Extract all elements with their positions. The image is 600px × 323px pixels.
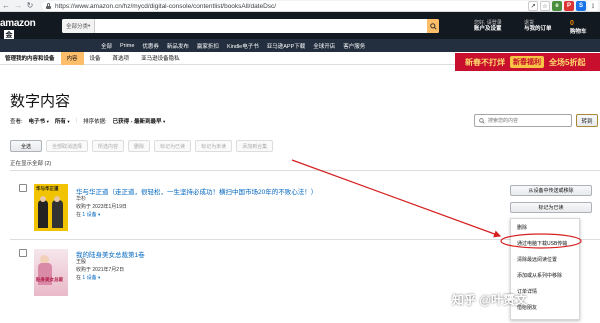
tab-devices[interactable]: 设备 bbox=[84, 52, 107, 65]
department-select[interactable]: 全部分类 ▾ bbox=[62, 19, 96, 33]
book-cover[interactable]: 贴身美女总裁 bbox=[34, 249, 68, 296]
select-all-button[interactable]: 全选 bbox=[10, 140, 42, 152]
book-acquired: 收购于 2023年1月19日 bbox=[76, 204, 127, 210]
content-search-input[interactable]: 搜索您的内容 bbox=[474, 114, 572, 127]
promo-middle: 新春福利 bbox=[510, 56, 544, 68]
tab-privacy[interactable]: 亚马逊设备隐私 bbox=[135, 52, 186, 65]
view-label: 查看: bbox=[10, 119, 23, 125]
book-cover[interactable]: 华与华正道 bbox=[34, 184, 68, 231]
add-to-collection-button[interactable]: 添加到合集 bbox=[236, 140, 274, 152]
book-author: 华杉 bbox=[76, 196, 87, 202]
forward-icon[interactable]: → bbox=[12, 0, 24, 12]
promo-right: 全场5折起 bbox=[549, 57, 586, 67]
reload-icon[interactable]: ↻ bbox=[24, 0, 36, 12]
menu-icon[interactable]: ⋮ bbox=[588, 1, 598, 11]
amazon-nav: 全部 Prime 优惠券 新品发布 赢家折扣 Kindle电子书 亚马逊APP下… bbox=[0, 39, 600, 52]
url-text: https://www.amazon.cn/hz/mycd/digital-co… bbox=[55, 2, 277, 10]
extension-icon[interactable]: e bbox=[552, 1, 562, 11]
book-meta: 华杉 收购于 2023年1月19日 在 1 设备 ▾ bbox=[76, 196, 127, 218]
extension-icon[interactable]: P bbox=[564, 1, 574, 11]
search-icon bbox=[479, 117, 485, 124]
book-author: 王殷 bbox=[76, 259, 87, 265]
view-filter-select[interactable]: 所有 ▾ bbox=[55, 117, 70, 125]
watermark: 知乎 @叶赟文 bbox=[452, 293, 528, 307]
nav-link[interactable]: 新品发布 bbox=[167, 42, 189, 50]
promo-banner[interactable]: 新春不打烊 新春福利 全场5折起 bbox=[455, 53, 600, 71]
sort-label: 排序依据: bbox=[83, 119, 107, 125]
row-checkbox[interactable] bbox=[19, 249, 27, 257]
menu-item-series[interactable]: 添加或从系列中移除 bbox=[517, 272, 562, 279]
nav-link[interactable]: 全部 bbox=[101, 42, 112, 50]
devices-link[interactable]: 1 设备 bbox=[82, 275, 96, 281]
address-bar[interactable]: https://www.amazon.cn/hz/mycd/digital-co… bbox=[42, 1, 547, 11]
selected-content-button[interactable]: 所选内容 bbox=[92, 140, 125, 152]
browser-toolbar: ← → ↻ https://www.amazon.cn/hz/mycd/digi… bbox=[0, 0, 600, 12]
book-acquired: 收购于 2021年7月2日 bbox=[76, 267, 125, 273]
nav-link[interactable]: 客户服务 bbox=[343, 42, 365, 50]
book-meta: 王殷 收购于 2021年7月2日 在 1 设备 ▾ bbox=[76, 259, 125, 281]
view-type-select[interactable]: 电子书 ▾ bbox=[29, 117, 49, 125]
menu-item-delete[interactable]: 删除 bbox=[517, 224, 527, 231]
sort-select[interactable]: 已获得 - 最新到最早 ▾ bbox=[113, 117, 166, 125]
amazon-header: amazon 金 全部分类 ▾ 您好, 请登录 账户及设置 退货 与我的订单 0 … bbox=[0, 12, 600, 39]
extension-icon[interactable]: S bbox=[576, 1, 586, 11]
orders-link[interactable]: 退货 与我的订单 bbox=[524, 20, 552, 32]
section-label: 管理我的内容和设备 bbox=[5, 56, 55, 62]
mark-read-button[interactable]: 标记为已读 bbox=[154, 140, 192, 152]
menu-item-usb-download[interactable]: 通过电脑下载USB传输 bbox=[517, 240, 567, 247]
promo-left: 新春不打烊 bbox=[465, 57, 505, 67]
star-icon[interactable]: ☆ bbox=[540, 1, 550, 11]
nav-link[interactable]: 优惠券 bbox=[142, 42, 159, 50]
share-icon[interactable]: ↗ bbox=[528, 1, 538, 11]
row-checkbox[interactable] bbox=[19, 184, 27, 192]
header-search-input[interactable] bbox=[95, 19, 439, 33]
search-icon[interactable] bbox=[427, 19, 439, 33]
logo-badge: 金 bbox=[4, 30, 14, 39]
mark-read-row-button[interactable]: 标记为已读 bbox=[510, 202, 592, 213]
nav-link[interactable]: Prime bbox=[120, 43, 134, 49]
tab-preferences[interactable]: 首选项 bbox=[107, 52, 136, 65]
deselect-all-button[interactable]: 全部取消选择 bbox=[46, 140, 89, 152]
bulk-toolbar: 全选 全部取消选择 所选内容 删除 标记为已读 标记为未读 添加到合集 bbox=[10, 140, 600, 154]
showing-count: 正在显示全部 (2) bbox=[10, 161, 52, 167]
tab-content[interactable]: 内容 bbox=[60, 51, 84, 65]
manage-devices-button[interactable]: 从设备中传送或移除 bbox=[510, 185, 592, 196]
nav-link[interactable]: Kindle电子书 bbox=[227, 42, 259, 50]
header-search: 全部分类 ▾ bbox=[62, 19, 439, 33]
amazon-logo[interactable]: amazon bbox=[0, 18, 36, 29]
back-icon[interactable]: ← bbox=[0, 0, 12, 12]
delete-button[interactable]: 删除 bbox=[128, 140, 151, 152]
filter-bar: 查看: 电子书 ▾ 所有 ▾ | 排序依据: 已获得 - 最新到最早 ▾ bbox=[10, 117, 166, 125]
page-title: 数字内容 bbox=[10, 93, 71, 110]
go-button[interactable]: 转到 bbox=[576, 114, 598, 127]
nav-link[interactable]: 赢家折扣 bbox=[197, 42, 219, 50]
nav-link[interactable]: 全球开店 bbox=[313, 42, 335, 50]
mark-unread-button[interactable]: 标记为未读 bbox=[195, 140, 233, 152]
menu-item-clear-position[interactable]: 清除最远阅读位置 bbox=[517, 256, 557, 263]
devices-link[interactable]: 1 设备 bbox=[82, 212, 96, 218]
account-menu[interactable]: 您好, 请登录 账户及设置 bbox=[474, 20, 502, 32]
nav-link[interactable]: 亚马逊APP下载 bbox=[267, 42, 306, 50]
cart-icon[interactable]: 0 购物车 bbox=[570, 20, 587, 35]
lock-icon bbox=[46, 3, 51, 9]
